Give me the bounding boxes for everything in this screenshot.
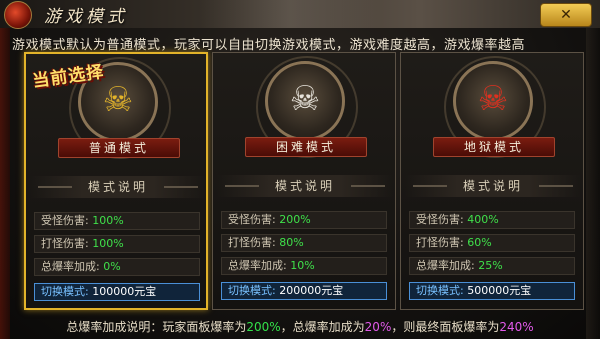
- stat-row-damage-dealt: 打怪伤害: 60%: [409, 234, 575, 252]
- divider: [164, 186, 198, 188]
- stat-value: 80%: [279, 236, 304, 249]
- stat-value: 10%: [290, 259, 315, 272]
- red-demon-mask-icon: ☠: [477, 79, 509, 119]
- right-decoration: [586, 28, 600, 339]
- mode-card-hell[interactable]: ☠ 地狱模式 模式说明 受怪伤害: 400% 打怪伤害: 60% 总爆率加成: …: [400, 52, 584, 310]
- stat-value: 200%: [279, 213, 311, 226]
- stat-row-damage-taken: 受怪伤害: 100%: [34, 212, 200, 230]
- mode-name: 地狱模式: [433, 137, 555, 157]
- stat-value: 100%: [92, 214, 124, 227]
- section-header: 模式说明: [217, 175, 393, 197]
- stat-row-drop-bonus: 总爆率加成: 10%: [221, 257, 387, 275]
- title-bar: 游戏模式 ✕: [0, 0, 600, 29]
- switch-cost: 100000元宝: [92, 285, 157, 298]
- mode-card-normal[interactable]: ☠ 普通模式 模式说明 受怪伤害: 100% 打怪伤害: 100% 总爆率加成:…: [24, 52, 208, 310]
- dragon-emblem-icon: [4, 1, 32, 29]
- switch-mode-button[interactable]: 切换模式: 200000元宝: [221, 282, 387, 300]
- footer-bonus-rate: 20%: [364, 320, 392, 334]
- switch-mode-button[interactable]: 切换模式: 500000元宝: [409, 282, 575, 300]
- mode-name: 困难模式: [245, 137, 367, 157]
- golden-demon-mask-icon: ☠: [102, 80, 134, 120]
- stat-value: 0%: [103, 260, 121, 273]
- stat-row-damage-taken: 受怪伤害: 200%: [221, 211, 387, 229]
- stat-value: 100%: [92, 237, 124, 250]
- game-mode-window: 游戏模式 ✕ 游戏模式默认为普通模式，玩家可以自由切换游戏模式，游戏难度越高，游…: [0, 0, 600, 339]
- footer-text: 总爆率加成说明：玩家面板爆率为: [66, 320, 247, 334]
- stat-label: 受怪伤害:: [416, 213, 464, 226]
- horned-skull-icon: ☠: [289, 79, 321, 119]
- title-ornament: [200, 0, 380, 28]
- stat-label: 受怪伤害:: [228, 213, 276, 226]
- footer-final-rate: 240%: [499, 320, 534, 334]
- stat-row-drop-bonus: 总爆率加成: 25%: [409, 257, 575, 275]
- footer-base-rate: 200%: [246, 320, 281, 334]
- switch-cost: 500000元宝: [467, 284, 532, 297]
- stat-row-damage-dealt: 打怪伤害: 80%: [221, 234, 387, 252]
- stat-label: 打怪伤害:: [416, 236, 464, 249]
- mode-card-hard[interactable]: ☠ 困难模式 模式说明 受怪伤害: 200% 打怪伤害: 80% 总爆率加成: …: [212, 52, 396, 310]
- stat-label: 打怪伤害:: [228, 236, 276, 249]
- switch-mode-button[interactable]: 切换模式: 100000元宝: [34, 283, 200, 301]
- mode-name: 普通模式: [58, 138, 180, 158]
- switch-cost: 200000元宝: [279, 284, 344, 297]
- close-button[interactable]: ✕: [540, 3, 592, 27]
- stat-row-damage-dealt: 打怪伤害: 100%: [34, 235, 200, 253]
- window-title: 游戏模式: [44, 7, 128, 27]
- left-banner: [0, 28, 10, 339]
- stat-value: 25%: [478, 259, 503, 272]
- switch-label: 切换模式:: [228, 284, 276, 297]
- section-header: 模式说明: [405, 175, 581, 197]
- divider: [539, 185, 573, 187]
- stat-label: 总爆率加成:: [228, 259, 287, 272]
- stat-label: 打怪伤害:: [41, 237, 89, 250]
- switch-label: 切换模式:: [416, 284, 464, 297]
- stat-label: 受怪伤害:: [41, 214, 89, 227]
- mode-emblem: ☠: [256, 56, 358, 158]
- stat-row-drop-bonus: 总爆率加成: 0%: [34, 258, 200, 276]
- drop-rate-footer: 总爆率加成说明：玩家面板爆率为200%，总爆率加成为20%，则最终面板爆率为24…: [0, 316, 600, 339]
- section-header: 模式说明: [30, 176, 206, 198]
- switch-label: 切换模式:: [41, 285, 89, 298]
- footer-text: ，总爆率加成为: [280, 320, 365, 334]
- divider: [351, 185, 385, 187]
- stat-row-damage-taken: 受怪伤害: 400%: [409, 211, 575, 229]
- mode-emblem: ☠: [444, 56, 546, 158]
- stat-label: 总爆率加成:: [41, 260, 100, 273]
- footer-text: ，则最终面板爆率为: [391, 320, 500, 334]
- mode-description: 游戏模式默认为普通模式，玩家可以自由切换游戏模式，游戏难度越高，游戏爆率越高: [12, 38, 526, 53]
- stat-value: 60%: [467, 236, 492, 249]
- stat-label: 总爆率加成:: [416, 259, 475, 272]
- stat-value: 400%: [467, 213, 499, 226]
